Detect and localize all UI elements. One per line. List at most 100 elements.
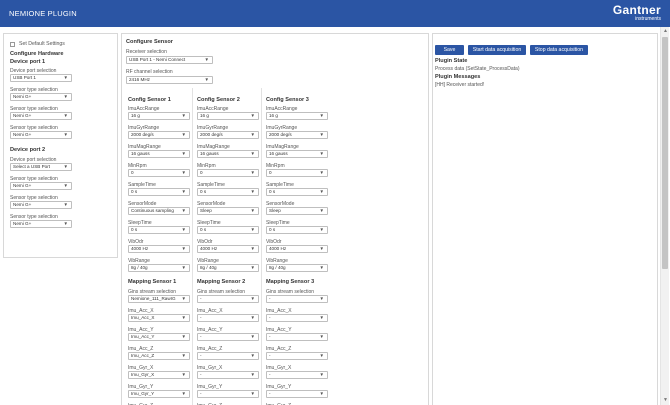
- sensor-2-mapping-select-value: -: [200, 353, 202, 358]
- logo-name: Gantner: [612, 3, 661, 17]
- sensor-3-sampletime-select[interactable]: 0 s ▼: [266, 188, 328, 196]
- sensor-1-imuaccrange-select[interactable]: 16 g ▼: [128, 112, 190, 120]
- config-sensor-1-heading: Config Sensor 1: [128, 97, 171, 103]
- sensor-1-mapping-select[interactable]: Imu_Gyr_Y ▼: [128, 390, 190, 398]
- port1-sensor3-select[interactable]: Nemi G+ ▼: [10, 131, 72, 139]
- rf-channel-label: RF channel selection: [126, 69, 173, 75]
- sensor-2-imugyrrange-select[interactable]: 2000 deg/s ▼: [197, 131, 259, 139]
- sensor-3-minrpm-select[interactable]: 0 ▼: [266, 169, 328, 177]
- sensor-2-imuaccrange-select[interactable]: 16 g ▼: [197, 112, 259, 120]
- port2-sensor3-select[interactable]: Nemi G+ ▼: [10, 220, 72, 228]
- chevron-down-icon: ▼: [319, 227, 324, 232]
- chevron-down-icon: ▼: [63, 183, 68, 188]
- chevron-down-icon: ▼: [250, 189, 255, 194]
- port2-select-value: Select a USB Port: [13, 164, 51, 169]
- sensor-2-mapping-select[interactable]: - ▼: [197, 314, 259, 322]
- sensor-3-imugyrrange-select[interactable]: 2000 deg/s ▼: [266, 131, 328, 139]
- port1-select[interactable]: USB Port 1 ▼: [10, 74, 72, 82]
- sensor-1-vibodr-select[interactable]: 4000 Hz ▼: [128, 245, 190, 253]
- chevron-down-icon: ▼: [319, 113, 324, 118]
- sensor-1-imugyrrange-select[interactable]: 2000 deg/s ▼: [128, 131, 190, 139]
- receiver-select[interactable]: USB Port 1 - Nemi Connect ▼: [126, 56, 213, 64]
- port1-sensor2-select[interactable]: Nemi G+ ▼: [10, 112, 72, 120]
- chevron-down-icon: ▼: [319, 246, 324, 251]
- sensor-2-imumagrange-select[interactable]: 16 gauss ▼: [197, 150, 259, 158]
- sensor-1-sensormode-select[interactable]: Continuous sampling ▼: [128, 207, 190, 215]
- chevron-down-icon: ▼: [319, 208, 324, 213]
- sensor-2-imugyrrange-select-value: 2000 deg/s: [200, 132, 223, 137]
- chevron-down-icon: ▼: [181, 391, 186, 396]
- sensor-1-minrpm-select[interactable]: 0 ▼: [128, 169, 190, 177]
- sensor-2-minrpm-select[interactable]: 0 ▼: [197, 169, 259, 177]
- chevron-down-icon: ▼: [250, 315, 255, 320]
- chevron-down-icon: ▼: [250, 246, 255, 251]
- chevron-down-icon: ▼: [181, 132, 186, 137]
- start-acquisition-button[interactable]: Start data acquisition: [468, 45, 526, 55]
- sensor-3-vibodr-select-value: 4000 Hz: [269, 246, 287, 251]
- sensor-3-imumagrange-select[interactable]: 16 gauss ▼: [266, 150, 328, 158]
- rf-channel-select[interactable]: 2416 MHz ▼: [126, 76, 213, 84]
- sensor-1-mapping-select[interactable]: Imu_Acc_Z ▼: [128, 352, 190, 360]
- port2-sensor1-select[interactable]: Nemi G+ ▼: [10, 182, 72, 190]
- arrow-up-icon[interactable]: ▲: [662, 28, 669, 35]
- sensor-1-vibodr-select-value: 4000 Hz: [131, 246, 149, 251]
- sensor-2-sleeptime-select-value: 0 s: [200, 227, 207, 232]
- sensor-3-mapping-select[interactable]: - ▼: [266, 371, 328, 379]
- chevron-down-icon: ▼: [181, 170, 186, 175]
- port1-sensor1-select[interactable]: Nemi G+ ▼: [10, 93, 72, 101]
- save-button[interactable]: Save: [435, 45, 464, 55]
- sensor-3-sensormode-select[interactable]: Sleep ▼: [266, 207, 328, 215]
- chevron-down-icon: ▼: [63, 113, 68, 118]
- checkbox-icon[interactable]: [10, 41, 15, 47]
- sensor-1-sampletime-select[interactable]: 0 s ▼: [128, 188, 190, 196]
- chevron-down-icon: ▼: [181, 265, 186, 270]
- stop-acquisition-button[interactable]: Stop data acquisition: [530, 45, 588, 55]
- sensor-2-stream-select[interactable]: - ▼: [197, 295, 259, 303]
- chevron-down-icon: ▼: [250, 265, 255, 270]
- sensor-2-mapping-select[interactable]: - ▼: [197, 390, 259, 398]
- sensor-1-mapping-select[interactable]: Imu_Acc_Y ▼: [128, 333, 190, 341]
- column-divider: [261, 88, 262, 405]
- sensor-1-imumagrange-select[interactable]: 16 gauss ▼: [128, 150, 190, 158]
- port2-sensor1-value: Nemi G+: [13, 183, 32, 188]
- sensor-3-mapping-select[interactable]: - ▼: [266, 333, 328, 341]
- sensor-1-sleeptime-select[interactable]: 0 s ▼: [128, 226, 190, 234]
- sensor-3-mapping-select[interactable]: - ▼: [266, 352, 328, 360]
- sensor-2-vibrange-select[interactable]: 8g / 40g ▼: [197, 264, 259, 272]
- sensor-2-sensormode-select[interactable]: Sleep ▼: [197, 207, 259, 215]
- default-settings-checkbox[interactable]: Set Default Settings: [10, 41, 65, 47]
- sensor-2-mapping-select[interactable]: - ▼: [197, 352, 259, 360]
- sensor-3-mapping-select-value: -: [269, 334, 271, 339]
- sensor-1-stream-select[interactable]: Nemione_111_RawIG ▼: [128, 295, 190, 303]
- sensor-2-mapping-select[interactable]: - ▼: [197, 371, 259, 379]
- port2-select[interactable]: Select a USB Port ▼: [10, 163, 72, 171]
- sensor-2-mapping-select[interactable]: - ▼: [197, 333, 259, 341]
- sensor-3-mapping-select[interactable]: - ▼: [266, 314, 328, 322]
- port2-sensor2-select[interactable]: Nemi G+ ▼: [10, 201, 72, 209]
- logo-sub: instruments: [635, 16, 661, 22]
- sensor-3-vibrange-select[interactable]: 8g / 40g ▼: [266, 264, 328, 272]
- column-divider: [192, 88, 193, 405]
- sensor-2-vibodr-select[interactable]: 4000 Hz ▼: [197, 245, 259, 253]
- arrow-down-icon[interactable]: ▼: [662, 397, 669, 404]
- chevron-down-icon: ▼: [319, 151, 324, 156]
- hardware-panel: Set Default Settings Configure Hardware …: [3, 33, 118, 258]
- sensor-1-imugyrrange-select-value: 2000 deg/s: [131, 132, 154, 137]
- chevron-down-icon: ▼: [250, 132, 255, 137]
- sensor-1-vibrange-select[interactable]: 8g / 40g ▼: [128, 264, 190, 272]
- page-scrollbar[interactable]: ▲ ▼: [660, 27, 669, 405]
- scrollbar-thumb[interactable]: [662, 37, 668, 269]
- default-settings-label: Set Default Settings: [19, 41, 65, 47]
- sensor-2-sleeptime-select[interactable]: 0 s ▼: [197, 226, 259, 234]
- sensor-2-sampletime-select[interactable]: 0 s ▼: [197, 188, 259, 196]
- sensor-1-mapping-select[interactable]: Imu_Gyr_X ▼: [128, 371, 190, 379]
- chevron-down-icon: ▼: [181, 227, 186, 232]
- sensor-1-mapping-select[interactable]: Imu_Acc_X ▼: [128, 314, 190, 322]
- sensor-3-imuaccrange-select[interactable]: 16 g ▼: [266, 112, 328, 120]
- sensor-3-minrpm-select-value: 0: [269, 170, 272, 175]
- sensor-3-vibodr-select[interactable]: 4000 Hz ▼: [266, 245, 328, 253]
- sensor-3-sleeptime-select[interactable]: 0 s ▼: [266, 226, 328, 234]
- sensor-3-mapping-select[interactable]: - ▼: [266, 390, 328, 398]
- action-panel: Save Start data acquisition Stop data ac…: [432, 33, 658, 405]
- sensor-3-stream-select[interactable]: - ▼: [266, 295, 328, 303]
